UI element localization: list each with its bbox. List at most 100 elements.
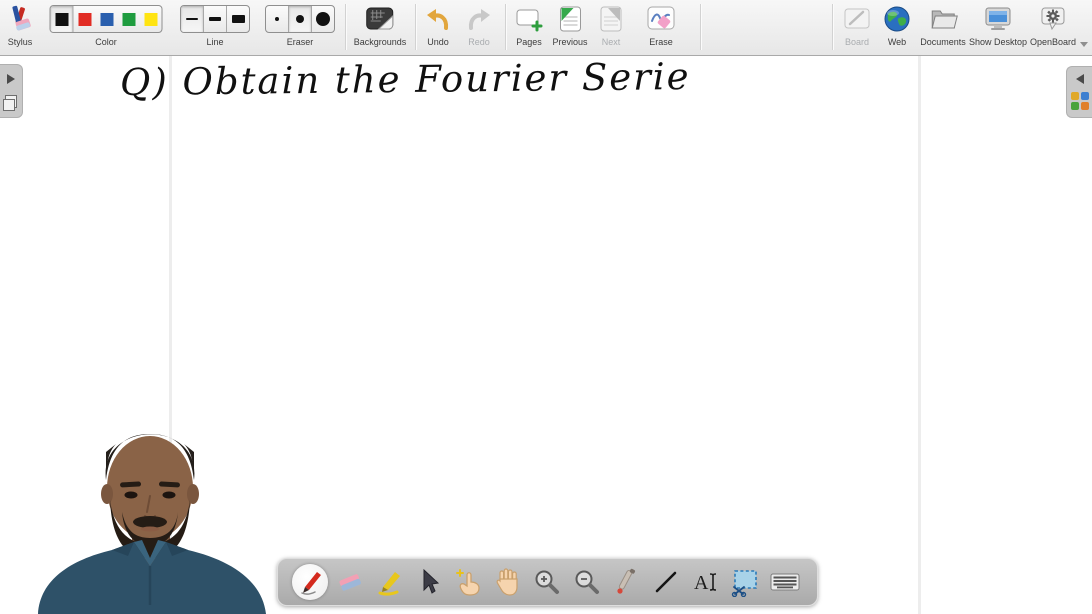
laser-pointer-icon <box>617 568 635 594</box>
stylus-button[interactable]: Stylus <box>5 3 35 47</box>
capture-tool-button[interactable] <box>727 564 763 600</box>
svg-text:A: A <box>694 572 709 594</box>
toolbar-separator <box>832 4 834 50</box>
eraser-icon <box>339 574 361 591</box>
board-button: Board <box>842 3 872 47</box>
erase-button[interactable]: Erase <box>646 3 676 47</box>
text-tool-button[interactable]: A <box>688 564 724 600</box>
next-icon <box>598 3 624 35</box>
highlighter-tool-button[interactable] <box>371 564 407 600</box>
top-toolbar: Stylus Color Line Eraser Backgrounds Und… <box>0 0 1092 56</box>
erase-label: Erase <box>649 37 673 47</box>
left-drawer-tab[interactable] <box>0 64 23 118</box>
color-swatch-black[interactable] <box>50 6 74 32</box>
previous-label: Previous <box>552 37 588 47</box>
interact-tool-button[interactable] <box>450 564 486 600</box>
black-swatch <box>55 12 68 26</box>
undo-label: Undo <box>427 37 449 47</box>
line-icon <box>655 571 677 593</box>
expand-left-icon <box>1075 74 1084 84</box>
pages-button[interactable]: Pages <box>514 3 544 47</box>
zoom-out-tool-button[interactable] <box>569 564 605 600</box>
color-swatch-blue[interactable] <box>96 6 118 32</box>
line-tool-button[interactable] <box>648 564 684 600</box>
previous-button[interactable]: Previous <box>552 3 588 47</box>
show-desktop-label: Show Desktop <box>968 37 1028 47</box>
toolbar-separator <box>415 4 417 50</box>
undo-icon <box>424 3 452 35</box>
keyboard-icon <box>770 573 800 591</box>
next-label: Next <box>601 37 621 47</box>
redo-label: Redo <box>468 37 490 47</box>
capture-icon <box>732 570 758 597</box>
eraser-large-button[interactable] <box>312 6 334 32</box>
next-button: Next <box>598 3 624 47</box>
show-desktop-icon <box>983 3 1013 35</box>
eraser-label: Eraser <box>286 37 314 47</box>
laser-pointer-tool-button[interactable] <box>609 564 645 600</box>
zoom-out-icon <box>575 570 600 594</box>
toolbar-separator <box>700 4 702 50</box>
redo-icon <box>465 3 493 35</box>
keyboard-tool-button[interactable] <box>767 564 803 600</box>
backgrounds-button[interactable]: Backgrounds <box>353 3 407 47</box>
pages-icon <box>514 3 544 35</box>
backgrounds-label: Backgrounds <box>353 37 407 47</box>
web-label: Web <box>887 37 907 47</box>
chevron-down-icon[interactable] <box>1079 41 1089 48</box>
color-swatch-green[interactable] <box>118 6 140 32</box>
openboard-gear-icon <box>1038 3 1068 35</box>
web-icon <box>883 3 911 35</box>
zoom-in-icon <box>535 570 560 594</box>
zoom-in-tool-button[interactable] <box>529 564 565 600</box>
line-label: Line <box>206 37 224 47</box>
red-swatch <box>78 12 91 26</box>
color-swatch-red[interactable] <box>74 6 96 32</box>
hand-tool-button[interactable] <box>490 564 526 600</box>
toolbar-separator <box>505 4 507 50</box>
board-label: Board <box>844 37 870 47</box>
redo-button: Redo <box>465 3 493 47</box>
documents-label: Documents <box>920 37 966 47</box>
eraser-medium-button[interactable] <box>289 6 312 32</box>
open-hand-icon <box>496 568 518 596</box>
pages-palette-icon <box>3 95 17 112</box>
color-swatch-yellow[interactable] <box>140 6 162 32</box>
show-desktop-button[interactable]: Show Desktop <box>969 3 1027 47</box>
openboard-label: OpenBoard <box>1029 37 1077 47</box>
web-button[interactable]: Web <box>883 3 911 47</box>
openboard-window: Stylus Color Line Eraser Backgrounds Und… <box>0 0 1092 614</box>
pen-icon <box>301 572 321 595</box>
toolbar-separator <box>345 4 347 50</box>
undo-button[interactable]: Undo <box>424 3 452 47</box>
board-icon <box>842 3 872 35</box>
line-thick-button[interactable] <box>227 6 249 32</box>
green-swatch <box>122 12 135 26</box>
documents-button[interactable]: Documents <box>920 3 966 47</box>
pointing-hand-icon <box>456 569 480 596</box>
documents-icon <box>928 3 958 35</box>
openboard-menu-button[interactable]: OpenBoard <box>1030 3 1076 47</box>
line-group: Line <box>180 3 250 47</box>
eraser-group: Eraser <box>265 3 335 47</box>
text-icon: A <box>694 572 716 594</box>
pen-tool-button[interactable] <box>292 564 328 600</box>
erase-icon <box>646 3 676 35</box>
line-medium-button[interactable] <box>204 6 227 32</box>
page-right-edge <box>918 56 921 614</box>
stylus-toolbar: A <box>277 558 818 606</box>
right-drawer-tab[interactable] <box>1066 66 1092 118</box>
yellow-swatch <box>144 12 157 26</box>
color-group: Color <box>49 3 163 47</box>
previous-icon <box>557 3 583 35</box>
handwritten-annotation: Q) Obtain the Fourier Serie <box>119 55 691 104</box>
blue-swatch <box>100 12 113 26</box>
stylus-label: Stylus <box>7 37 33 47</box>
cursor-arrow-icon <box>423 568 439 594</box>
eraser-tool-button[interactable] <box>332 564 368 600</box>
eraser-small-button[interactable] <box>266 6 289 32</box>
line-thin-button[interactable] <box>181 6 204 32</box>
pages-label: Pages <box>516 37 542 47</box>
color-label: Color <box>95 37 117 47</box>
selector-tool-button[interactable] <box>411 564 447 600</box>
